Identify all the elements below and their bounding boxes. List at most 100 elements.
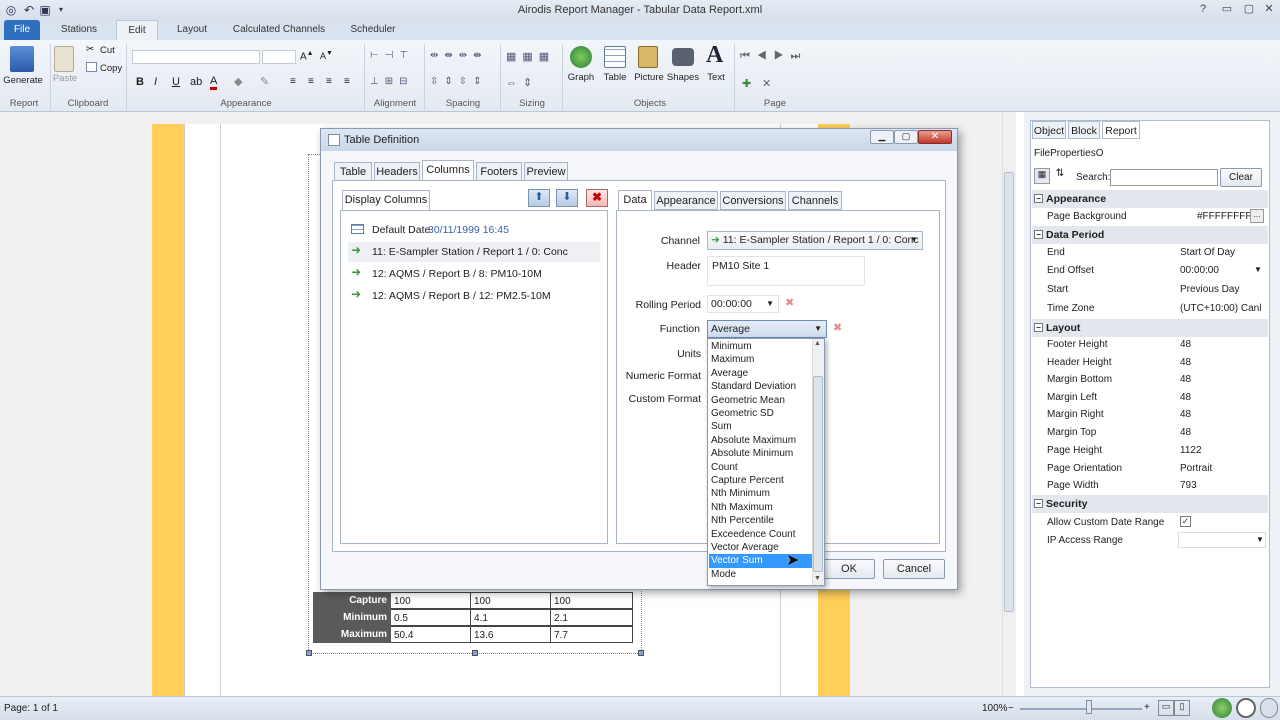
cancel-button[interactable]: Cancel — [883, 559, 945, 579]
tab-scheduler[interactable]: Scheduler — [346, 20, 400, 40]
list-item[interactable]: Default Date 30/11/1999 16:45 — [348, 220, 600, 240]
report-table[interactable]: Capture Percent 100 100 100 Minimum 0.5 … — [313, 592, 633, 643]
scroll-down-icon[interactable]: ▼ — [814, 575, 821, 582]
underline-icon[interactable]: U — [172, 76, 180, 88]
tab-stations[interactable]: Stations — [56, 20, 102, 40]
view-one-page-icon[interactable]: ▭ — [1158, 700, 1174, 716]
document-scroll-thumb[interactable] — [1004, 172, 1014, 612]
dialog-tab-columns[interactable]: Columns — [422, 160, 474, 181]
sizing-icons[interactable]: ▦▦▦ — [506, 50, 560, 63]
property-row[interactable]: Page Width 793 — [1032, 477, 1268, 495]
picture-button-label[interactable]: Picture — [632, 72, 666, 83]
section-data-period[interactable]: − Data Period — [1032, 226, 1268, 244]
view-two-page-icon[interactable]: ▯ — [1174, 700, 1190, 716]
property-row[interactable]: End Start Of Day — [1032, 244, 1268, 262]
list-item[interactable]: ➜ 11: E-Sampler Station / Report 1 / 0: … — [348, 242, 600, 262]
property-row[interactable]: Margin Top 48 — [1032, 424, 1268, 442]
property-row[interactable]: Footer Height 48 — [1032, 336, 1268, 354]
add-page-icon[interactable]: ✚ — [742, 77, 751, 90]
sort-alpha-icon[interactable]: ⇅ — [1052, 168, 1068, 184]
generate-button-label[interactable]: Generate — [2, 75, 44, 86]
function-option[interactable]: Nth Maximum — [709, 501, 814, 514]
zoom-slider-thumb[interactable] — [1086, 700, 1092, 714]
ok-button[interactable]: OK — [823, 559, 875, 579]
property-row[interactable]: Margin Right 48 — [1032, 406, 1268, 424]
clear-button[interactable]: Clear — [1220, 168, 1262, 187]
property-row[interactable]: Start Previous Day — [1032, 281, 1268, 299]
grow-font-icon[interactable]: A▲ — [300, 50, 314, 62]
function-option[interactable]: Maximum — [709, 353, 814, 366]
cut-button-label[interactable]: Cut — [100, 45, 115, 56]
subtab-appearance[interactable]: Appearance — [654, 191, 718, 210]
function-option[interactable]: Exceedence Count — [709, 528, 814, 541]
function-option[interactable]: Standard Deviation — [709, 380, 814, 393]
spacing-icons-row2[interactable]: ⇳⇕⇳⇕ — [430, 76, 500, 87]
text-tool-icon[interactable]: A — [706, 42, 723, 69]
function-option[interactable]: Capture Percent — [709, 474, 814, 487]
alignment-icons-row2[interactable]: ⊥⊞⊟ — [370, 76, 422, 87]
function-option[interactable]: Count — [709, 461, 814, 474]
categorized-icon[interactable]: ▦ — [1034, 168, 1050, 184]
tab-edit[interactable]: Edit — [116, 20, 158, 40]
section-security[interactable]: − Security — [1032, 495, 1268, 513]
property-row[interactable]: Page Height 1122 — [1032, 442, 1268, 460]
help-icon[interactable]: ? — [1192, 2, 1214, 16]
section-layout[interactable]: − Layout — [1032, 319, 1268, 337]
function-combo[interactable]: Average ▼ — [707, 320, 827, 338]
minimize-button[interactable]: ▭ — [1216, 2, 1238, 16]
function-option[interactable]: Absolute Minimum — [709, 447, 814, 460]
remove-column-button[interactable]: ✖ — [586, 189, 608, 207]
shapes-icon[interactable] — [672, 48, 694, 66]
property-row[interactable]: End Offset 00:00:00 ▼ — [1032, 262, 1268, 280]
tab-object[interactable]: Object — [1032, 121, 1066, 139]
copy-icon[interactable] — [86, 62, 97, 72]
move-down-button[interactable]: ⬇ — [556, 189, 578, 207]
list-item[interactable]: ➜ 12: AQMS / Report B / 12: PM2.5-10M — [348, 286, 600, 306]
paste-button-label[interactable]: Paste — [52, 73, 78, 84]
subtab-data[interactable]: Data — [618, 190, 652, 211]
ip-range-combo[interactable] — [1178, 532, 1266, 548]
strikethrough-icon[interactable]: ab — [190, 76, 202, 88]
scroll-up-icon[interactable]: ▲ — [814, 340, 821, 347]
function-option[interactable]: Nth Percentile — [709, 514, 814, 527]
clear-function-icon[interactable]: ✖ — [833, 321, 842, 334]
picture-icon[interactable] — [638, 46, 658, 68]
justify-icon[interactable]: ≡ — [344, 76, 350, 87]
paste-icon[interactable] — [54, 46, 74, 72]
align-left-icon[interactable]: ≡ — [290, 76, 296, 87]
subtab-channels[interactable]: Channels — [788, 191, 842, 210]
function-option[interactable]: Nth Minimum — [709, 487, 814, 500]
dialog-tab-table[interactable]: Table — [334, 162, 372, 181]
align-center-icon[interactable]: ≡ — [308, 76, 314, 87]
rolling-period-field[interactable]: 00:00:00 ▼ — [707, 295, 779, 313]
function-option[interactable]: Average — [709, 367, 814, 380]
function-option[interactable]: Minimum — [709, 340, 814, 353]
align-right-icon[interactable]: ≡ — [326, 76, 332, 87]
tab-calculated-channels[interactable]: Calculated Channels — [232, 20, 326, 40]
resize-handle[interactable] — [472, 650, 478, 656]
property-row[interactable]: Margin Bottom 48 — [1032, 371, 1268, 389]
function-option[interactable]: Geometric Mean — [709, 394, 814, 407]
settings-icon[interactable] — [1260, 698, 1278, 718]
page-navigation-icons[interactable]: ⏮◀▶⏭ — [740, 50, 812, 63]
header-input[interactable]: PM10 Site 1 — [707, 256, 865, 286]
function-dropdown-list[interactable]: Minimum Maximum Average Standard Deviati… — [707, 338, 825, 586]
function-option[interactable]: Sum — [709, 420, 814, 433]
display-columns-tab[interactable]: Display Columns — [342, 190, 430, 211]
shapes-button-label[interactable]: Shapes — [666, 72, 700, 83]
dropdown-arrow-icon[interactable]: ▼ — [1254, 265, 1262, 274]
checkbox-checked-icon[interactable]: ✓ — [1180, 516, 1191, 527]
dialog-maximize-button[interactable]: ▢ — [894, 130, 918, 144]
cut-icon[interactable]: ✂ — [86, 44, 94, 55]
table-icon[interactable] — [604, 46, 626, 68]
dialog-tab-preview[interactable]: Preview — [524, 162, 568, 181]
move-up-button[interactable]: ⬆ — [528, 189, 550, 207]
resize-handle[interactable] — [306, 650, 312, 656]
tab-layout[interactable]: Layout — [172, 20, 212, 40]
delete-page-icon[interactable]: ✕ — [762, 77, 771, 90]
table-button-label[interactable]: Table — [600, 72, 630, 83]
tab-block[interactable]: Block — [1068, 121, 1100, 139]
graph-button-label[interactable]: Graph — [566, 72, 596, 83]
property-row[interactable]: Page Orientation Portrait — [1032, 460, 1268, 478]
list-item[interactable]: ➜ 12: AQMS / Report B / 8: PM10-10M — [348, 264, 600, 284]
